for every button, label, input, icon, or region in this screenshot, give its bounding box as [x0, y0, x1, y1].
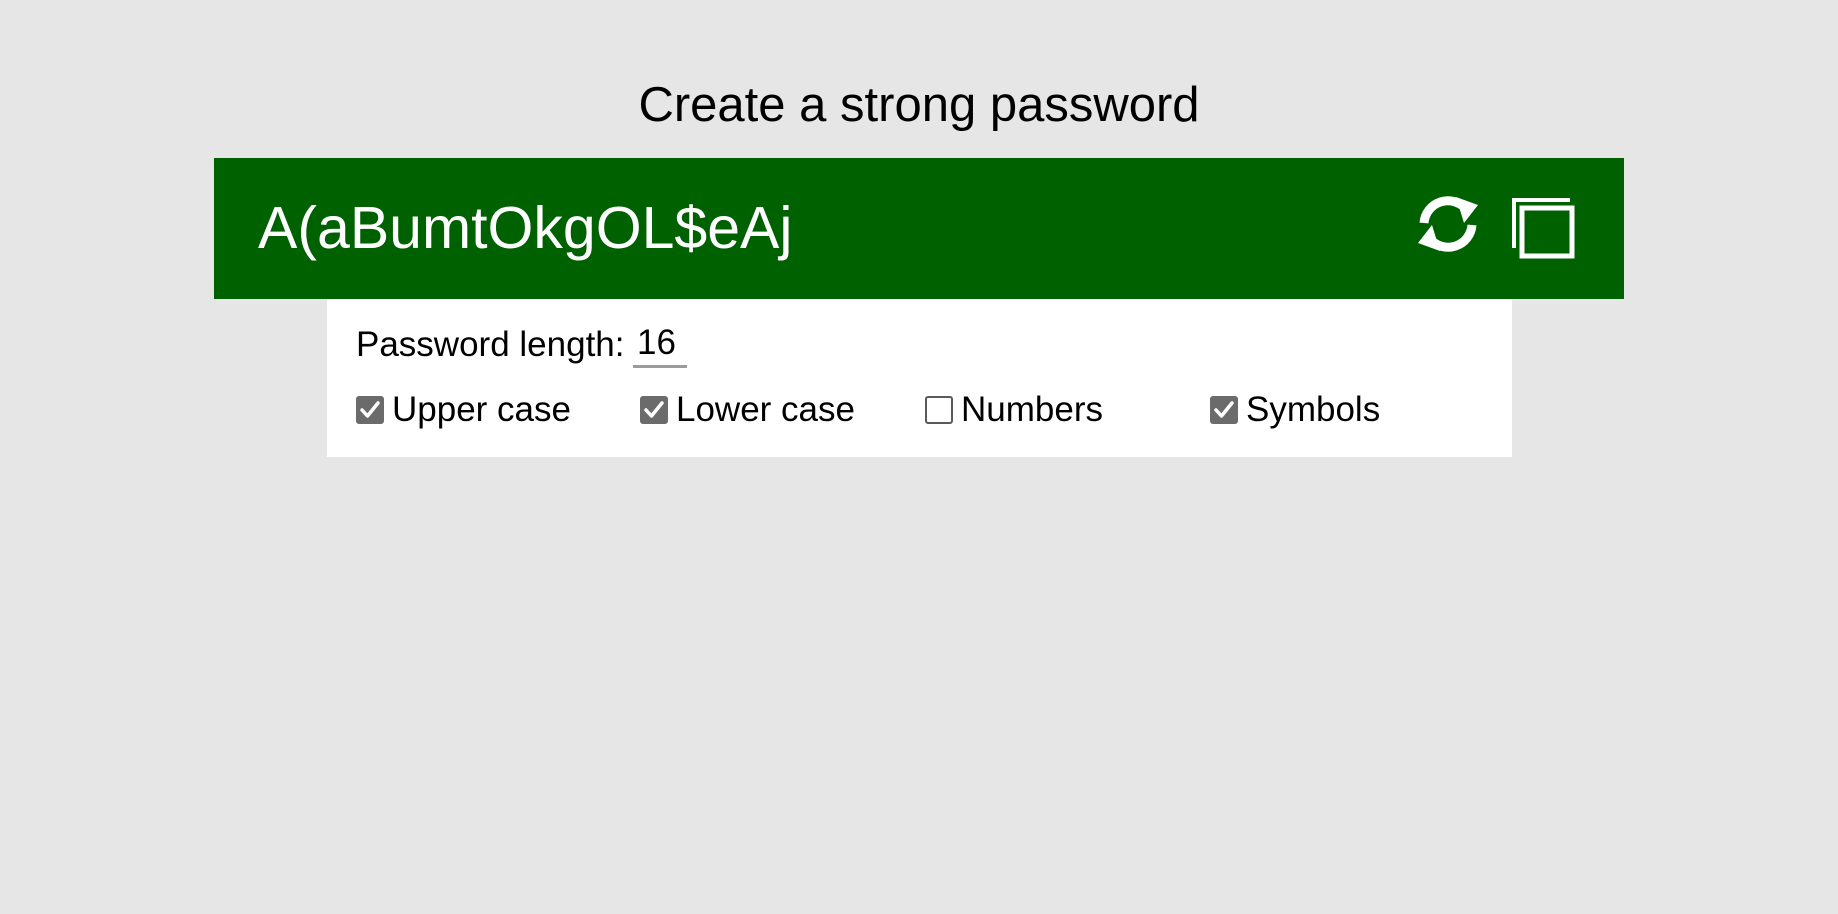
- checkmark-icon: [1214, 401, 1234, 418]
- lower-case-checkbox[interactable]: [640, 396, 668, 424]
- refresh-icon: [1418, 196, 1478, 252]
- numbers-label: Numbers: [961, 390, 1103, 429]
- password-length-label: Password length:: [356, 325, 625, 364]
- checkmark-icon: [644, 401, 664, 418]
- numbers-checkbox[interactable]: [925, 396, 953, 424]
- upper-case-label: Upper case: [392, 390, 571, 429]
- copy-button[interactable]: [1510, 196, 1578, 260]
- generated-password: A(aBumtOkgOL$eAj: [258, 195, 793, 261]
- upper-case-option[interactable]: Upper case: [356, 388, 571, 432]
- upper-case-checkbox[interactable]: [356, 396, 384, 424]
- numbers-option[interactable]: Numbers: [925, 388, 1103, 432]
- symbols-label: Symbols: [1246, 390, 1381, 429]
- password-length-input[interactable]: [633, 321, 687, 368]
- options-panel: Password length: Upper case Lower case N…: [327, 299, 1512, 457]
- symbols-option[interactable]: Symbols: [1210, 388, 1380, 432]
- page-title: Create a strong password: [638, 78, 1200, 132]
- copy-icon: [1512, 198, 1575, 259]
- checkmark-icon: [360, 401, 380, 418]
- symbols-checkbox[interactable]: [1210, 396, 1238, 424]
- lower-case-label: Lower case: [676, 390, 855, 429]
- refresh-button[interactable]: [1412, 193, 1484, 255]
- lower-case-option[interactable]: Lower case: [640, 388, 855, 432]
- password-display-bar: A(aBumtOkgOL$eAj: [214, 158, 1624, 299]
